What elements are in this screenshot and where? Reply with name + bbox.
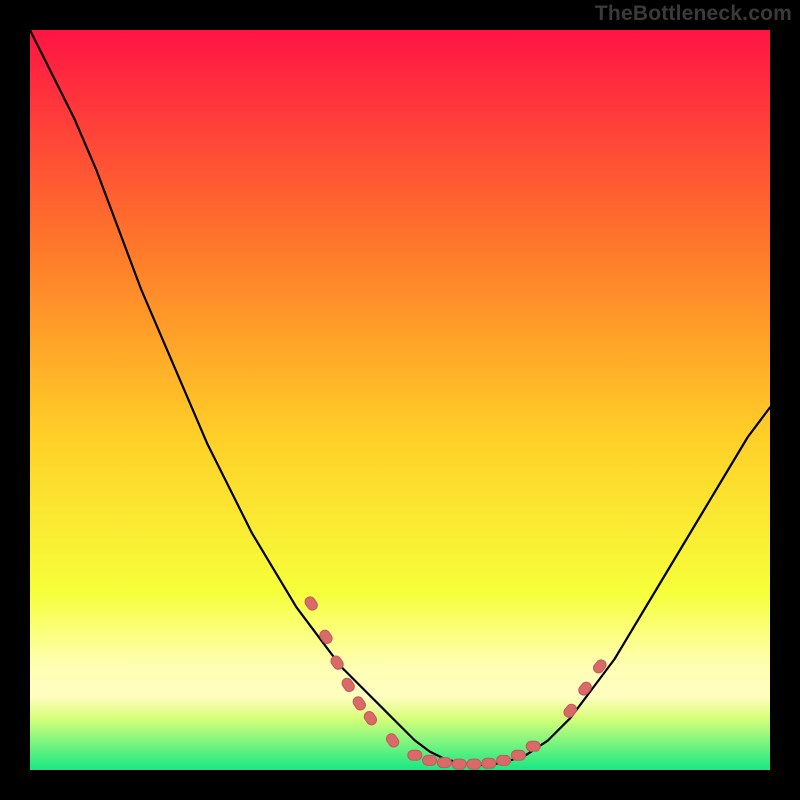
curve-marker xyxy=(408,750,422,760)
curve-marker xyxy=(467,759,481,769)
curve-marker xyxy=(423,755,437,765)
curve-marker xyxy=(526,741,540,751)
bottleneck-chart-svg xyxy=(0,0,800,800)
chart-stage: TheBottleneck.com xyxy=(0,0,800,800)
curve-marker xyxy=(437,758,451,768)
curve-marker xyxy=(452,759,466,769)
curve-marker xyxy=(497,755,511,765)
watermark-text: TheBottleneck.com xyxy=(595,2,792,26)
curve-marker xyxy=(482,758,496,768)
plot-background xyxy=(30,30,770,770)
curve-marker xyxy=(511,750,525,760)
